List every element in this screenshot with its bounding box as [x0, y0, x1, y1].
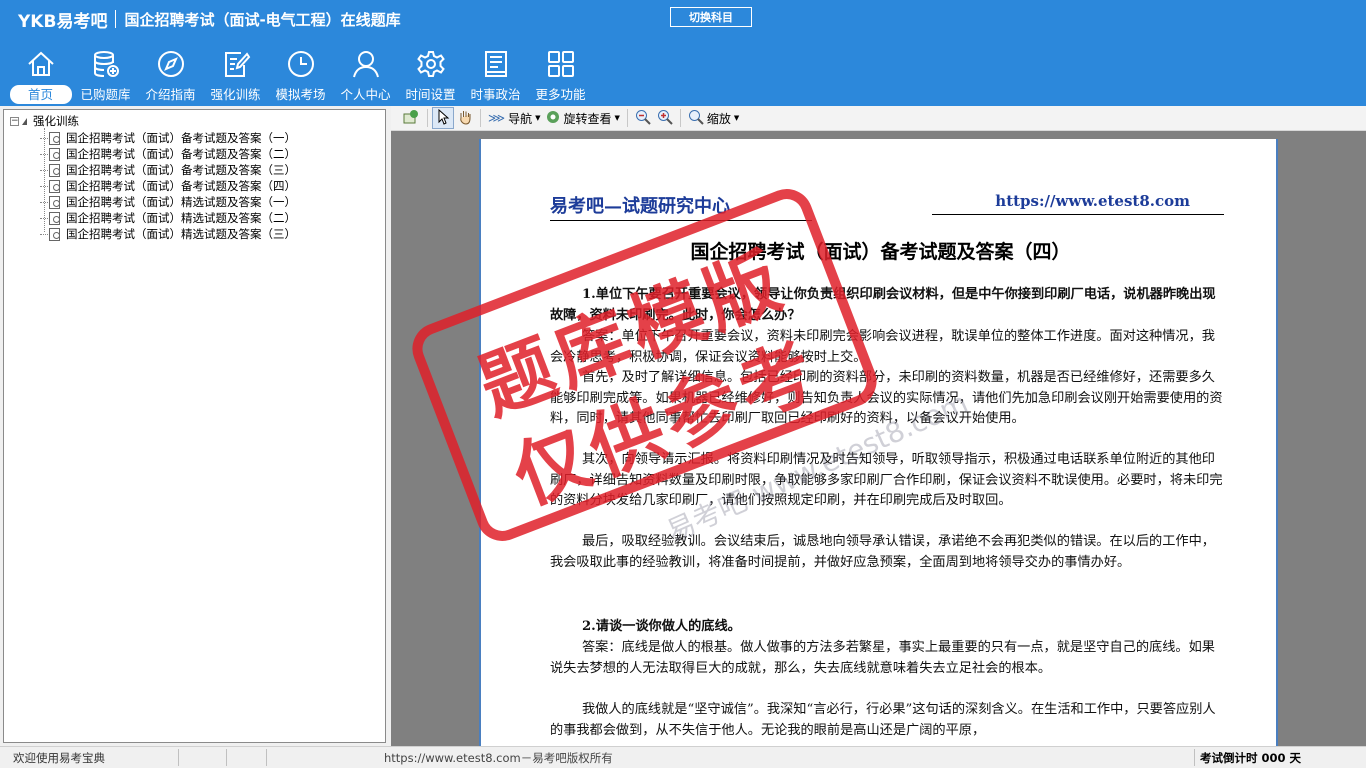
folder-icon: [22, 117, 27, 125]
nav-label: 个人中心: [340, 87, 391, 102]
nav-label: 时事政治: [470, 87, 521, 102]
nav-mock-exam[interactable]: 模拟考场: [268, 48, 333, 104]
magnifier-icon: [688, 109, 704, 128]
switch-subject-button[interactable]: 切换科目: [670, 7, 752, 27]
tree-item[interactable]: 国企招聘考试（面试）精选试题及答案（一）: [40, 194, 296, 210]
tree-item-label: 国企招聘考试（面试）备考试题及答案（三）: [66, 163, 296, 177]
grid-icon: [545, 48, 577, 80]
nav-label: 强化训练: [210, 87, 261, 102]
zoom-in-button[interactable]: [654, 107, 676, 129]
answer-paragraph: 答案：底线是做人的根基。做人做事的方法多若繁星，事实上最重要的只有一点，就是坚守…: [550, 640, 1215, 676]
tree-item-label: 国企招聘考试（面试）备考试题及答案（一）: [66, 131, 296, 145]
document-icon: [49, 195, 60, 209]
nav-more[interactable]: 更多功能: [528, 48, 593, 104]
tree-root[interactable]: − 强化训练: [10, 114, 79, 128]
navigate-icon: ⋙: [488, 111, 506, 125]
document-icon: [49, 131, 60, 145]
nav-guide[interactable]: 介绍指南: [138, 48, 203, 104]
tree-item[interactable]: 国企招聘考试（面试）备考试题及答案（二）: [40, 146, 296, 162]
nav-label: 首页: [9, 85, 72, 104]
header-bar: YKB易考吧 国企招聘考试（面试-电气工程）在线题库 切换科目 首页 已购题库 …: [0, 0, 1366, 106]
nav-home[interactable]: 首页: [8, 48, 73, 104]
tree-item-label: 国企招聘考试（面试）精选试题及答案（一）: [66, 195, 296, 209]
collapse-icon[interactable]: −: [10, 116, 19, 126]
navigate-dropdown[interactable]: ⋙ 导航 ▼: [485, 107, 543, 129]
nav-training[interactable]: 强化训练: [203, 48, 268, 104]
tree-root-label: 强化训练: [33, 114, 79, 128]
page-header-url: https://www.etest8.com: [932, 192, 1224, 215]
tree-item[interactable]: 国企招聘考试（面试）备考试题及答案（三）: [40, 162, 296, 178]
tree-item[interactable]: 国企招聘考试（面试）备考试题及答案（一）: [40, 130, 296, 146]
zoom-dropdown[interactable]: 缩放 ▼: [685, 107, 742, 129]
hand-icon: [457, 109, 473, 128]
brand-divider: [115, 10, 117, 28]
document-icon: [49, 179, 60, 193]
zoom-out-button[interactable]: [632, 107, 654, 129]
clock-icon: [285, 48, 317, 80]
tree-item[interactable]: 国企招聘考试（面试）精选试题及答案（三）: [40, 226, 296, 242]
export-button[interactable]: [399, 107, 423, 129]
zoom-label: 缩放: [706, 111, 731, 126]
tree-item[interactable]: 国企招聘考试（面试）精选试题及答案（二）: [40, 210, 296, 226]
zoom-out-icon: [635, 109, 651, 128]
page-header: 易考吧—试题研究中心 https://www.etest8.com: [550, 192, 1224, 221]
nav-label: 时间设置: [405, 87, 456, 102]
tree-item-label: 国企招聘考试（面试）备考试题及答案（二）: [66, 147, 296, 161]
status-welcome: 欢迎使用易考宝典: [13, 751, 105, 765]
dropdown-arrow-icon: ▼: [535, 114, 541, 122]
export-icon: [402, 109, 420, 128]
app-window: YKB易考吧 国企招聘考试（面试-电气工程）在线题库 切换科目 首页 已购题库 …: [0, 0, 1366, 768]
tree-item-label: 国企招聘考试（面试）精选试题及答案（二）: [66, 211, 296, 225]
navigate-label: 导航: [508, 111, 533, 126]
viewer-toolbar: ⋙ 导航 ▼ 旋转查看 ▼ 缩放 ▼: [391, 106, 1366, 131]
news-icon: [480, 48, 512, 80]
exam-countdown: 考试倒计时 000 天: [1200, 751, 1302, 765]
question-2: 2.请谈一谈你做人的底线。: [582, 619, 741, 634]
rotate-icon: [546, 110, 560, 127]
main-nav: 首页 已购题库 介绍指南 强化训练 模拟考场 个人中心 时间设置 时事政治 更多…: [8, 48, 593, 104]
nav-label: 介绍指南: [145, 87, 196, 102]
tree-item-label: 国企招聘考试（面试）备考试题及答案（四）: [66, 179, 296, 193]
app-title: 国企招聘考试（面试-电气工程）在线题库: [124, 10, 401, 29]
answer-paragraph: 我做人的底线就是“坚守诚信”。我深知“言必行，行必果”这句话的深刻含义。在生活和…: [550, 702, 1216, 738]
hand-tool-button[interactable]: [454, 107, 476, 129]
chapter-tree: − 强化训练 国企招聘考试（面试）备考试题及答案（一） 国企招聘考试（面试）备考…: [3, 109, 386, 743]
gear-icon: [415, 48, 447, 80]
nav-politics[interactable]: 时事政治: [463, 48, 528, 104]
tree-item-label: 国企招聘考试（面试）精选试题及答案（三）: [66, 227, 296, 241]
dropdown-arrow-icon: ▼: [614, 114, 620, 122]
rotate-dropdown[interactable]: 旋转查看 ▼: [543, 107, 622, 129]
edit-icon: [220, 48, 252, 80]
document-icon: [49, 163, 60, 177]
dropdown-arrow-icon: ▼: [733, 114, 740, 122]
zoom-in-icon: [657, 109, 673, 128]
tree-item[interactable]: 国企招聘考试（面试）备考试题及答案（四）: [40, 178, 296, 194]
home-icon: [25, 48, 57, 80]
status-bar: 欢迎使用易考宝典 https://www.etest8.com－易考吧版权所有 …: [0, 746, 1366, 768]
nav-label: 更多功能: [535, 87, 586, 102]
document-icon: [49, 147, 60, 161]
status-copyright: https://www.etest8.com－易考吧版权所有: [384, 751, 613, 765]
rotate-label: 旋转查看: [563, 111, 612, 126]
document-icon: [49, 227, 60, 241]
compass-icon: [155, 48, 187, 80]
cursor-icon: [436, 108, 450, 128]
nav-profile[interactable]: 个人中心: [333, 48, 398, 104]
tree-panel: − 强化训练 国企招聘考试（面试）备考试题及答案（一） 国企招聘考试（面试）备考…: [0, 106, 391, 746]
answer-paragraph: 最后，吸取经验教训。会议结束后，诚恳地向领导承认错误，承诺绝不会再犯类似的错误。…: [550, 534, 1215, 570]
nav-label: 已购题库: [80, 87, 131, 102]
document-icon: [49, 211, 60, 225]
brand: YKB易考吧 国企招聘考试（面试-电气工程）在线题库: [18, 8, 401, 32]
user-icon: [350, 48, 382, 80]
nav-purchased[interactable]: 已购题库: [73, 48, 138, 104]
app-logo: YKB易考吧: [18, 11, 108, 32]
select-tool-button[interactable]: [432, 107, 454, 129]
nav-label: 模拟考场: [275, 87, 326, 102]
database-icon: [90, 48, 122, 80]
nav-time-settings[interactable]: 时间设置: [398, 48, 463, 104]
